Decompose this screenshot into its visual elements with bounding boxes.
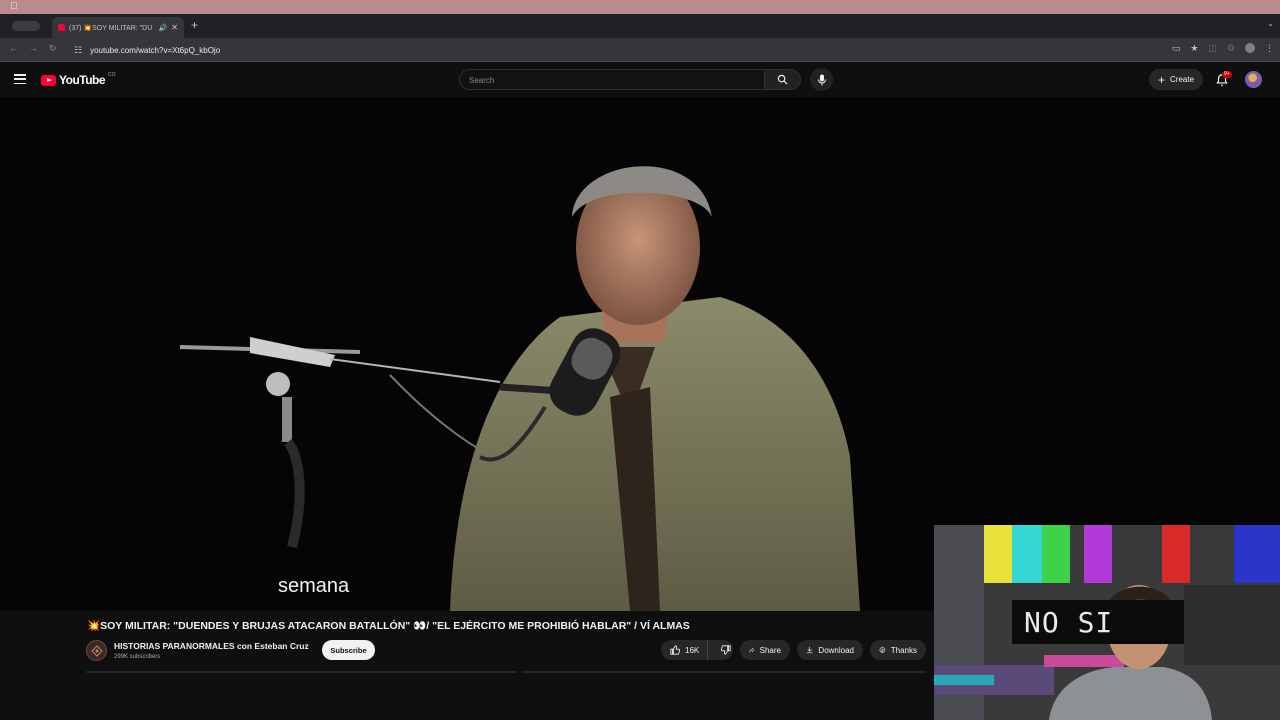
close-icon[interactable]: ✕ [171, 23, 178, 32]
url-field[interactable]: ☷ youtube.com/watch?v=Xt6pQ_kbOjo [68, 41, 1138, 59]
profile-icon[interactable] [1245, 43, 1255, 53]
reload-icon[interactable]: ↻ [49, 43, 57, 54]
voice-search-button[interactable] [810, 68, 833, 91]
back-arrow-icon[interactable]: ← [9, 43, 18, 53]
subscriber-count: 299K subscribers [114, 654, 161, 660]
description-divider [86, 671, 516, 673]
chevron-down-icon[interactable]: ⌄ [1267, 19, 1274, 28]
youtube-favicon-icon [58, 24, 65, 31]
download-button[interactable]: Download [797, 640, 863, 660]
youtube-header: YouTube CO + Create 9+ [0, 63, 1280, 97]
like-dislike-group: 16K [661, 640, 733, 660]
no-signal-text: NO SI [1024, 605, 1114, 639]
address-bar-actions: ▭ ★ ◫ ⚙ ⋮ [1172, 43, 1274, 54]
macos-menu-bar:  [0, 0, 1280, 14]
create-label: Create [1170, 75, 1195, 84]
youtube-play-icon [41, 74, 56, 86]
search-icon [777, 74, 788, 85]
video-title: 💥SOY MILITAR: "DUENDES Y BRUJAS ATACARON… [87, 620, 690, 632]
share-label: Share [759, 645, 781, 655]
site-settings-icon[interactable]: ☷ [74, 45, 82, 56]
subscribe-button[interactable]: Subscribe [322, 640, 375, 660]
search-input[interactable] [469, 71, 764, 90]
plus-icon: + [1157, 72, 1165, 87]
tab-group-placeholder[interactable] [12, 21, 40, 31]
download-icon [806, 646, 813, 654]
thumbs-up-icon [670, 645, 680, 655]
browser-tab-bar: (37) 💥SOY MILITAR: "DU 🔊 ✕ + ⌄ [0, 14, 1280, 38]
share-icon [749, 647, 755, 653]
description-divider-2 [522, 671, 926, 673]
share-button[interactable]: Share [740, 640, 790, 660]
video-info: 💥SOY MILITAR: "DUENDES Y BRUJAS ATACARON… [0, 611, 934, 720]
create-button[interactable]: + Create [1149, 69, 1203, 90]
channel-logo-icon [90, 644, 103, 657]
browser-tab-active[interactable]: (37) 💥SOY MILITAR: "DU 🔊 ✕ [52, 17, 184, 38]
speaker-icon[interactable]: 🔊 [159, 24, 168, 32]
search-button[interactable] [764, 69, 801, 90]
plus-icon[interactable]: + [191, 18, 198, 32]
microphone-icon [817, 74, 826, 85]
channel-avatar[interactable] [86, 640, 107, 661]
more-menu-icon[interactable]: ⋮ [1265, 43, 1274, 54]
youtube-logo-text: YouTube [59, 73, 106, 87]
like-button[interactable]: 16K [661, 640, 709, 660]
no-signal-banner: NO SI [1012, 600, 1184, 644]
extension-2-icon[interactable]: ⚙ [1227, 43, 1235, 54]
youtube-logo[interactable]: YouTube CO [41, 72, 116, 87]
extension-icon[interactable]: ◫ [1208, 43, 1217, 54]
cast-icon[interactable]: ▭ [1172, 43, 1181, 54]
notification-badge: 9+ [1222, 71, 1232, 78]
like-count: 16K [685, 645, 700, 655]
country-code: CO [108, 72, 116, 78]
forward-arrow-icon[interactable]: → [29, 43, 38, 53]
tab-title: (37) 💥SOY MILITAR: "DU [69, 24, 153, 32]
channel-name[interactable]: HISTORIAS PARANORMALES con Esteban Cruz [114, 641, 309, 651]
url-text: youtube.com/watch?v=Xt6pQ_kbOjo [90, 45, 221, 55]
apple-menu-icon[interactable]:  [10, 1, 18, 13]
thumbs-down-icon [721, 645, 731, 655]
video-subtitle: semana [278, 575, 350, 597]
thanks-label: Thanks [890, 645, 917, 655]
search-box [459, 69, 765, 90]
account-avatar[interactable] [1245, 71, 1262, 88]
download-label: Download [818, 645, 854, 655]
thanks-icon [879, 647, 886, 653]
star-icon[interactable]: ★ [1190, 43, 1198, 54]
browser-address-bar: ← → ↻ ☷ youtube.com/watch?v=Xt6pQ_kbOjo … [0, 38, 1280, 62]
hamburger-menu-icon[interactable] [14, 74, 26, 84]
thanks-button[interactable]: Thanks [870, 640, 926, 660]
dislike-button[interactable] [713, 640, 739, 660]
